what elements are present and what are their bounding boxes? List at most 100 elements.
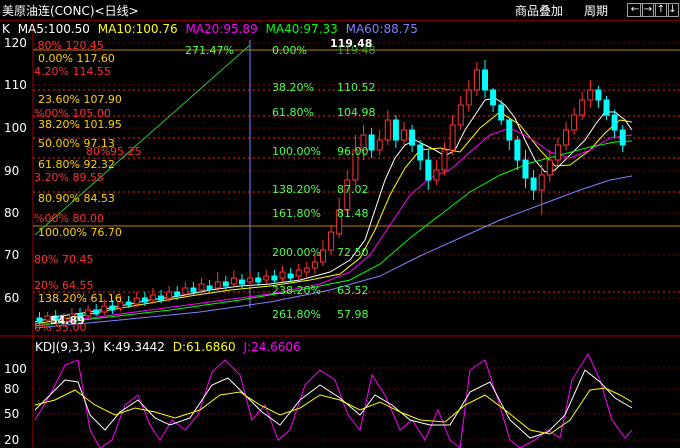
candle-body [384, 119, 391, 141]
ext-label: 20% 64.55 [34, 279, 94, 292]
candle-body [425, 159, 432, 181]
candle-body [465, 89, 472, 106]
candle-body [182, 287, 189, 295]
candle-body [101, 305, 108, 313]
ext-label: 80% 70.45 [34, 253, 94, 266]
y-tick: 120 [4, 36, 27, 50]
y-tick: 110 [4, 78, 27, 92]
ma60-legend: MA60:88.75 [345, 22, 418, 36]
ma20-legend: MA20:95.89 [185, 22, 258, 36]
candle-body [206, 285, 213, 291]
fib-mid-pct: 200.00% [272, 246, 321, 259]
candle-body [457, 104, 464, 126]
candle-body [255, 277, 262, 283]
ma10-legend: MA10:100.76 [97, 22, 178, 36]
candle-body [417, 144, 424, 161]
kdj-y-tick: 20 [4, 433, 20, 447]
fib-mid-pct: 161.80% [272, 207, 321, 220]
candle-body [611, 114, 618, 131]
kdj-k-line [34, 369, 633, 439]
candle-body [571, 114, 578, 131]
candle-body [490, 89, 497, 106]
ext-label: %00% 80.00 [34, 212, 104, 225]
fib-left-label: 23.60% 107.90 [38, 93, 122, 106]
fib-left-label: 61.80% 92.32 [38, 158, 115, 171]
candle-body [133, 297, 140, 305]
candle-body [190, 287, 197, 293]
candle-body [449, 124, 456, 151]
candle-body [174, 291, 181, 297]
fib-mid-val: 81.48 [337, 207, 369, 220]
candle-body [198, 283, 205, 291]
candlesticks [36, 60, 626, 326]
fib-left-label: 38.20% 101.95 [38, 118, 122, 131]
kdj-grid [33, 367, 680, 441]
candle-body [514, 139, 521, 161]
candle-body [328, 231, 335, 251]
y-tick: 90 [4, 164, 20, 178]
candle-body [85, 309, 92, 317]
candle-body [230, 277, 237, 285]
y-tick: 60 [4, 291, 20, 305]
fib-mid-pct: 238.20% [272, 284, 321, 297]
candle-body [166, 291, 173, 299]
candle-body [311, 261, 318, 269]
candle-body [368, 134, 375, 151]
candle-body [287, 273, 294, 279]
candle-body [506, 119, 513, 141]
candle-body [401, 129, 407, 141]
fib-mid-pct: 261.80% [272, 308, 321, 321]
low-marker: 54.89 [50, 314, 85, 327]
ma5-legend: MA5:100.50 [17, 22, 90, 36]
candle-body [93, 309, 100, 315]
candle-body [538, 174, 545, 191]
candle-body [141, 297, 148, 303]
series-label: K [2, 22, 10, 36]
overlap-label: 95.25 [110, 145, 142, 158]
candle-body [579, 99, 586, 116]
candle-body [320, 249, 326, 263]
kdj-y-tick: 100 [4, 362, 27, 376]
candle-body [595, 89, 602, 101]
candle-body [392, 119, 399, 141]
fib-left-label: 138.20% 61.16 [38, 292, 122, 305]
y-tick: 100 [4, 121, 27, 135]
fib-mid-val: 96.00 [337, 145, 369, 158]
kdj-j-value: J:24.6606 [243, 340, 301, 354]
candle-body [279, 271, 286, 279]
ma40-legend: MA40:97.33 [265, 22, 338, 36]
kdj-y-tick: 80 [4, 382, 20, 396]
fib-mid-val: 63.52 [337, 284, 369, 297]
candle-body [482, 69, 488, 91]
candle-body [109, 305, 116, 311]
fib-mid-pct: 61.80% [272, 106, 314, 119]
candle-body [125, 301, 132, 306]
fib-mid-val: 104.98 [337, 106, 376, 119]
candle-body [473, 69, 480, 91]
ext-label: 3.20% 89.55 [34, 171, 104, 184]
fib-mid-val: 110.52 [337, 81, 376, 94]
candle-body [546, 159, 553, 176]
candle-body [603, 99, 610, 116]
candle-body [563, 129, 569, 146]
kdj-legend: KDJ(9,3,3) K:49.3442 D:61.6860 J:24.6606 [35, 340, 305, 354]
ma-legend: K MA5:100.50 MA10:100.76 MA20:95.89 MA40… [2, 22, 422, 36]
candle-body [530, 177, 537, 191]
candle-body [271, 275, 278, 281]
candle-body [554, 144, 561, 161]
candle-body [409, 129, 416, 146]
fib-mid-pct: 0.00% [272, 44, 307, 57]
candle-body [619, 129, 626, 146]
fib-left-label: 0.00% 117.60 [38, 52, 115, 65]
y-tick: 80 [4, 206, 20, 220]
fib-mid-val: 57.98 [337, 308, 369, 321]
candle-body [214, 281, 221, 289]
candle-body [433, 169, 440, 181]
candle-body [247, 277, 254, 283]
fib-mid-pct: 100.00% [272, 145, 321, 158]
kdj-d-value: D:61.6860 [172, 340, 236, 354]
kdj-y-tick: 50 [4, 407, 20, 421]
fib-mid-val: 87.02 [337, 183, 369, 196]
candle-body [158, 295, 164, 301]
candle-body [376, 139, 383, 151]
